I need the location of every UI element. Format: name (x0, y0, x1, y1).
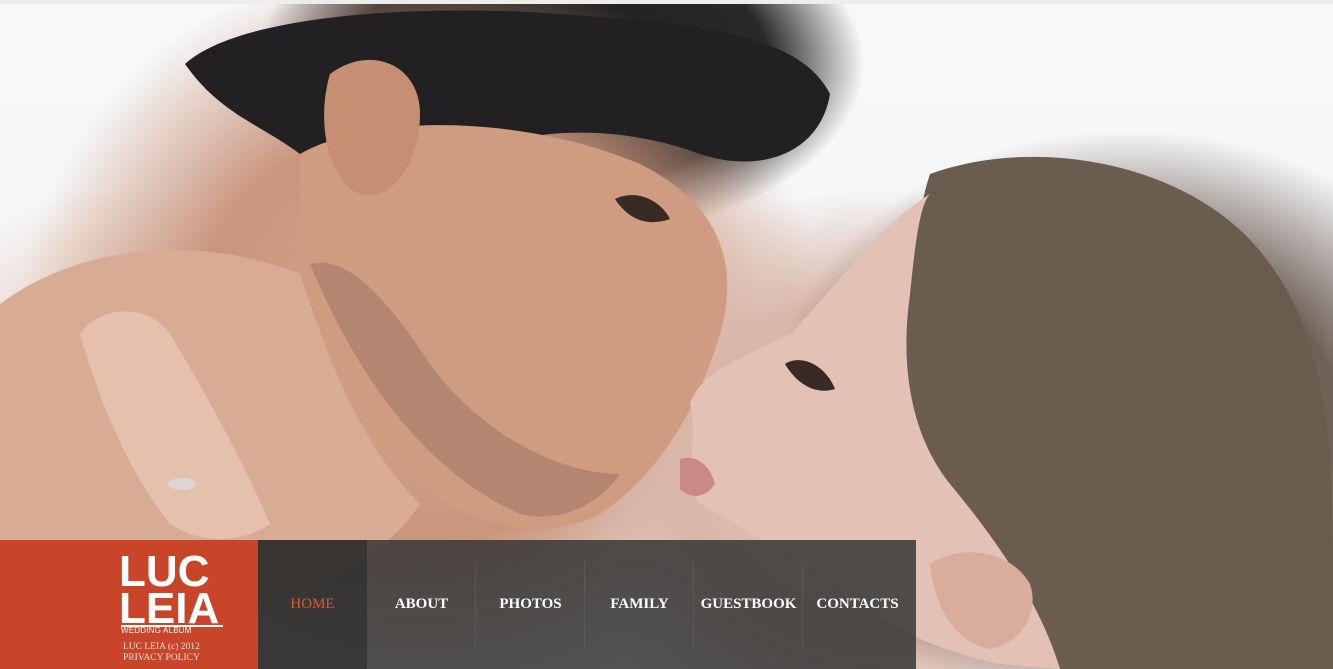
main-nav: HOME ABOUT PHOTOS FAMILY GUESTBOOK CONTA… (258, 540, 916, 669)
nav-item-label: HOME (290, 596, 335, 612)
page: LUC LEIA WEDDING ALBUM LUC LEIA (c) 2012… (0, 0, 1333, 669)
privacy-policy-link[interactable]: PRIVACY POLICY (123, 653, 200, 663)
nav-item-label: ABOUT (394, 596, 449, 612)
nav-item-label: FAMILY (610, 596, 669, 612)
logo-title[interactable]: LUC LEIA (119, 550, 229, 631)
nav-item-home[interactable]: HOME (258, 540, 367, 669)
nav-item-about[interactable]: ABOUT (367, 540, 476, 669)
copyright-text: LUC LEIA (c) 2012 (123, 642, 200, 652)
nav-item-label: GUESTBOOK (700, 596, 797, 612)
nav-item-contacts[interactable]: CONTACTS (803, 540, 912, 669)
nav-item-label: CONTACTS (816, 596, 899, 612)
logo-subtitle: WEDDING ALBUM (121, 626, 192, 635)
nav-item-photos[interactable]: PHOTOS (476, 540, 585, 669)
nav-item-family[interactable]: FAMILY (585, 540, 694, 669)
footer: LUC LEIA (c) 2012 PRIVACY POLICY (123, 642, 200, 664)
nav-item-label: PHOTOS (499, 596, 562, 612)
nav-item-guestbook[interactable]: GUESTBOOK (694, 540, 803, 669)
